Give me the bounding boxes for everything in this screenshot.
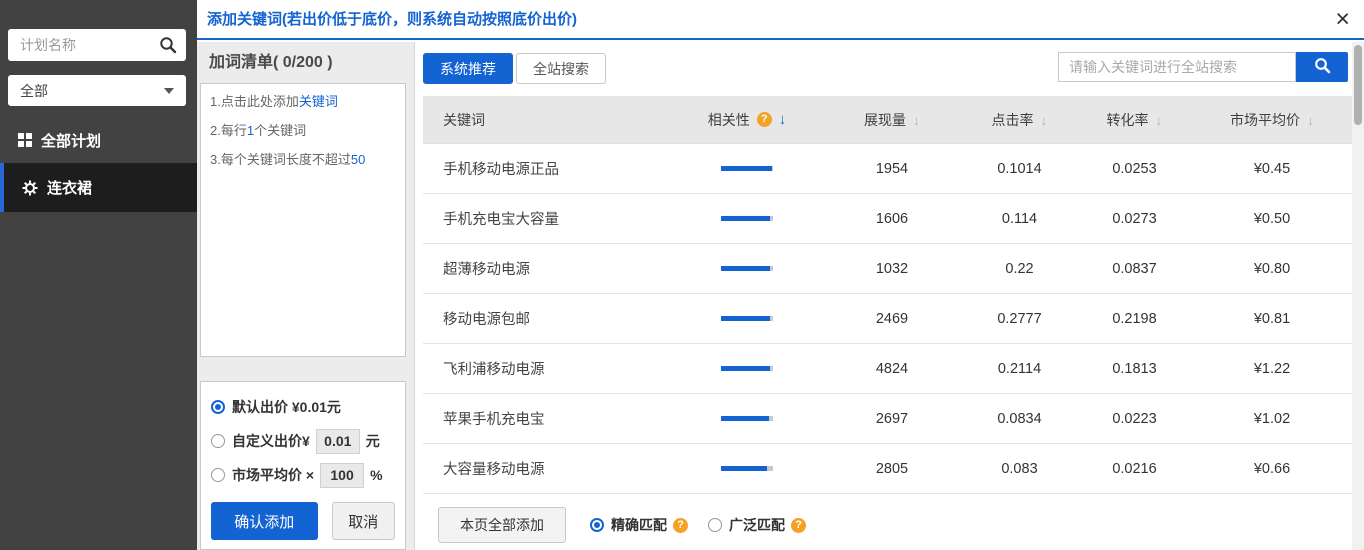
sidebar-item-dress[interactable]: 连衣裙 (0, 163, 197, 212)
keyword-list-header: 加词清单( 0/200 ) (197, 42, 414, 83)
keyword-search-input[interactable] (1058, 52, 1296, 82)
relevance-bar (672, 166, 822, 171)
vertical-scrollbar[interactable] (1352, 42, 1364, 550)
exact-match-label: 精确匹配 (611, 515, 667, 535)
table-row[interactable]: 飞利浦移动电源 4824 0.2114 0.1813 ¥1.22 (423, 344, 1352, 394)
relevance-bar (672, 216, 822, 221)
tab-site-search[interactable]: 全站搜索 (516, 53, 606, 84)
broad-match-radio[interactable] (708, 518, 722, 532)
sidebar: 全部 全部计划 连衣裙 (0, 0, 197, 550)
market-percent-input[interactable] (320, 463, 364, 488)
panel-buttons: 确认添加 取消 (211, 502, 395, 540)
relevance-bar (672, 316, 822, 321)
add-keywords-dialog: 添加关键词(若出价低于底价，则系统自动按照底价出价) × 加词清单( 0/200… (197, 0, 1364, 550)
help-icon[interactable]: ? (757, 112, 772, 127)
keyword-list-panel: 加词清单( 0/200 ) 1.点击此处添加关键词 2.每行1个关键词 3.每个… (197, 42, 415, 550)
col-keyword: 关键词 (423, 110, 672, 130)
help-icon[interactable]: ? (791, 518, 806, 533)
sort-desc-icon[interactable]: ↓ (779, 111, 787, 128)
relevance-bar (672, 466, 822, 471)
default-bid-label: 默认出价 ¥0.01元 (232, 397, 341, 417)
keyword-link[interactable]: 关键词 (299, 94, 338, 109)
cancel-button[interactable]: 取消 (332, 502, 395, 540)
custom-bid-prefix: 自定义出价¥ (232, 431, 310, 451)
custom-bid-radio[interactable] (211, 434, 225, 448)
col-cvr[interactable]: 转化率 ↓ (1077, 110, 1192, 130)
relevance-bar (672, 416, 822, 421)
plan-filter-value: 全部 (20, 81, 164, 101)
col-market-price[interactable]: 市场平均价 ↓ (1192, 110, 1352, 130)
sidebar-item-all-plans[interactable]: 全部计划 (0, 124, 197, 156)
keyword-search (1058, 52, 1348, 82)
bid-option-custom: 自定义出价¥ 元 (211, 424, 395, 458)
default-bid-radio[interactable] (211, 400, 225, 414)
col-impressions[interactable]: 展现量 ↓ (822, 110, 962, 130)
col-relevance[interactable]: 相关性 ? ↓ (672, 110, 822, 130)
custom-bid-input[interactable] (316, 429, 360, 454)
exact-match-radio[interactable] (590, 518, 604, 532)
market-price-prefix: 市场平均价 × (232, 465, 314, 485)
confirm-add-button[interactable]: 确认添加 (211, 502, 318, 540)
help-icon[interactable]: ? (673, 518, 688, 533)
table-row[interactable]: 手机充电宝大容量 1606 0.114 0.0273 ¥0.50 (423, 194, 1352, 244)
col-ctr[interactable]: 点击率 ↓ (962, 110, 1077, 130)
table-row[interactable]: 苹果手机充电宝 2697 0.0834 0.0223 ¥1.02 (423, 394, 1352, 444)
tab-bar: 系统推荐 全站搜索 (423, 53, 606, 84)
table-header: 关键词 相关性 ? ↓ 展现量 ↓ 点击率 ↓ 转化率 ↓ 市场平均价 ↓ (423, 96, 1352, 144)
keyword-table-area: 系统推荐 全站搜索 关键词 相关性 ? ↓ 展现量 ↓ (423, 42, 1352, 550)
sidebar-item-label: 连衣裙 (47, 177, 92, 198)
table-row[interactable]: 手机移动电源正品 1954 0.1014 0.0253 ¥0.45 (423, 144, 1352, 194)
gear-icon (22, 180, 38, 196)
bid-options-box: 默认出价 ¥0.01元 自定义出价¥ 元 市场平均价 × % 确认添加 取消 (200, 381, 406, 550)
sidebar-item-label: 全部计划 (41, 130, 101, 151)
plan-search (8, 29, 186, 61)
sort-icon[interactable]: ↓ (1156, 112, 1163, 128)
toolbar: 系统推荐 全站搜索 (423, 42, 1352, 96)
match-option-exact: 精确匹配 ? (590, 515, 688, 535)
market-price-radio[interactable] (211, 468, 225, 482)
dialog-titlebar: 添加关键词(若出价低于底价，则系统自动按照底价出价) × (197, 0, 1364, 40)
keyword-entry-area[interactable]: 1.点击此处添加关键词 2.每行1个关键词 3.每个关键词长度不超过50 (200, 83, 406, 357)
table-row[interactable]: 大容量移动电源 2805 0.083 0.0216 ¥0.66 (423, 444, 1352, 494)
close-icon[interactable]: × (1335, 3, 1350, 35)
relevance-bar (672, 366, 822, 371)
custom-bid-suffix: 元 (366, 431, 380, 451)
search-icon (1314, 57, 1331, 77)
table-footer: 本页全部添加 精确匹配 ? 广泛匹配 ? (423, 494, 1352, 550)
instruction-line: 1.点击此处添加关键词 (210, 87, 396, 116)
match-option-broad: 广泛匹配 ? (708, 515, 806, 535)
instruction-line: 2.每行1个关键词 (210, 116, 396, 145)
bid-option-market: 市场平均价 × % (211, 458, 395, 492)
broad-match-label: 广泛匹配 (729, 515, 785, 535)
instruction-line: 3.每个关键词长度不超过50 (210, 145, 396, 174)
table-row[interactable]: 移动电源包邮 2469 0.2777 0.2198 ¥0.81 (423, 294, 1352, 344)
scrollbar-thumb[interactable] (1354, 45, 1362, 125)
sort-icon[interactable]: ↓ (913, 112, 920, 128)
plan-filter-select[interactable]: 全部 (8, 75, 186, 106)
table-row[interactable]: 超薄移动电源 1032 0.22 0.0837 ¥0.80 (423, 244, 1352, 294)
sort-icon[interactable]: ↓ (1307, 112, 1314, 128)
bid-option-default: 默认出价 ¥0.01元 (211, 390, 395, 424)
relevance-bar (672, 266, 822, 271)
tab-system-recommend[interactable]: 系统推荐 (423, 53, 513, 84)
sort-icon[interactable]: ↓ (1041, 112, 1048, 128)
dialog-title: 添加关键词(若出价低于底价，则系统自动按照底价出价) (197, 0, 1364, 40)
grid-icon (18, 133, 32, 147)
keyword-search-button[interactable] (1296, 52, 1348, 82)
search-icon[interactable] (159, 36, 177, 59)
market-price-suffix: % (370, 467, 382, 483)
chevron-down-icon (164, 88, 174, 94)
add-all-button[interactable]: 本页全部添加 (438, 507, 566, 543)
